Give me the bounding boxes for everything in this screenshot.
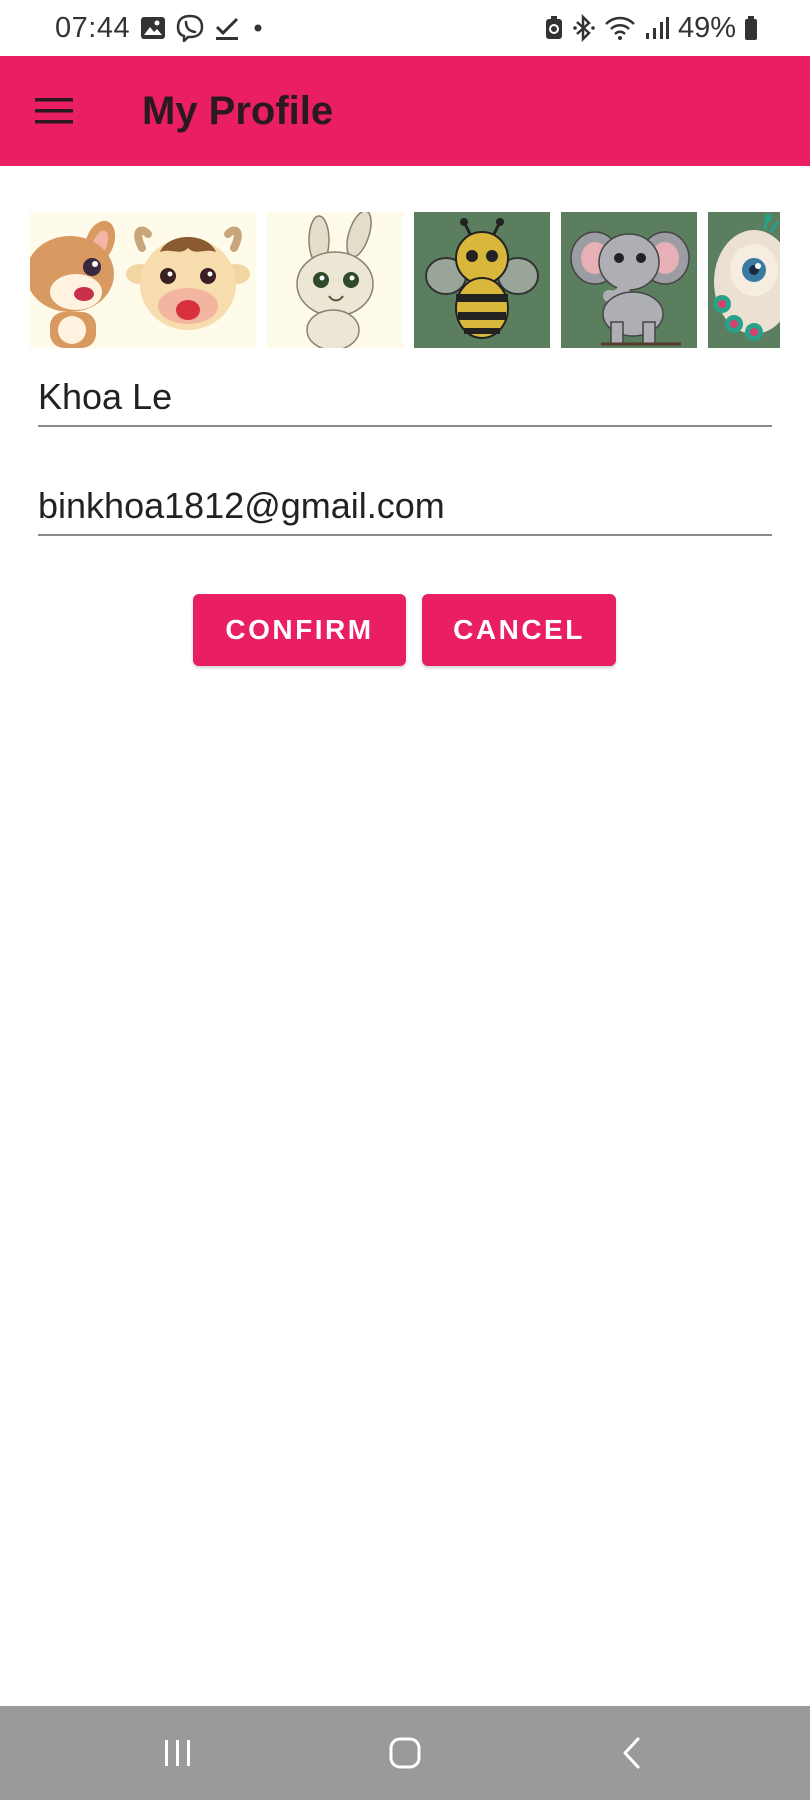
wifi-icon [604, 15, 636, 41]
status-time: 07:44 [55, 11, 131, 44]
battery-icon [744, 15, 758, 41]
cancel-button[interactable]: CANCEL [422, 594, 616, 666]
battery-percent: 49% [677, 11, 736, 44]
name-underline [38, 425, 772, 427]
page-title: My Profile [142, 89, 334, 133]
battery-saver-icon [544, 15, 564, 41]
name-field[interactable] [38, 369, 772, 427]
confirm-button[interactable]: CONFIRM [193, 594, 406, 666]
image-icon [140, 16, 166, 40]
avatar-elephant[interactable] [561, 212, 697, 348]
status-left: 07:44 [55, 0, 266, 56]
navigation-bar [0, 1706, 810, 1800]
dot-icon [250, 20, 266, 36]
viber-icon [176, 14, 204, 42]
signal-icon [644, 15, 670, 41]
avatar-bee[interactable] [414, 212, 550, 348]
avatar-peacock[interactable] [708, 212, 780, 348]
hamburger-menu-icon[interactable] [28, 85, 80, 137]
email-field[interactable] [38, 478, 772, 536]
app-bar: My Profile [0, 56, 810, 166]
avatar-carousel[interactable] [30, 212, 780, 348]
name-input[interactable] [38, 369, 772, 425]
avatar-bunny[interactable] [267, 212, 403, 348]
back-icon[interactable] [572, 1706, 692, 1800]
recent-apps-icon[interactable] [118, 1706, 238, 1800]
home-icon[interactable] [345, 1706, 465, 1800]
check-icon [214, 15, 240, 41]
status-right: 49% [544, 0, 758, 56]
status-bar: 07:44 49% [0, 0, 810, 56]
email-underline [38, 534, 772, 536]
bluetooth-icon [572, 14, 596, 42]
avatar-cow[interactable] [120, 212, 256, 348]
avatar-kangaroo[interactable] [30, 212, 126, 348]
email-input[interactable] [38, 478, 772, 534]
